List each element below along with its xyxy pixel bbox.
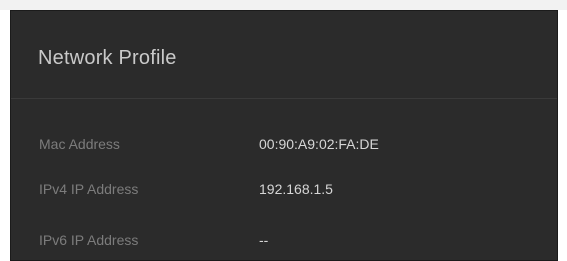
ipv4-address-value: 192.168.1.5 — [259, 181, 333, 197]
panel-title: Network Profile — [38, 47, 177, 69]
ipv6-address-label: IPv6 IP Address — [39, 232, 139, 248]
divider — [11, 98, 557, 99]
ipv6-address-row: IPv6 IP Address -- — [11, 232, 557, 252]
mac-address-row: Mac Address 00:90:A9:02:FA:DE — [11, 136, 557, 156]
mac-address-value: 00:90:A9:02:FA:DE — [259, 136, 379, 152]
mac-address-label: Mac Address — [39, 136, 120, 152]
top-strip — [0, 0, 567, 10]
ipv6-address-value: -- — [259, 232, 269, 248]
network-profile-panel: Network Profile Mac Address 00:90:A9:02:… — [10, 10, 558, 261]
ipv4-address-row: IPv4 IP Address 192.168.1.5 — [11, 181, 557, 201]
ipv4-address-label: IPv4 IP Address — [39, 181, 139, 197]
